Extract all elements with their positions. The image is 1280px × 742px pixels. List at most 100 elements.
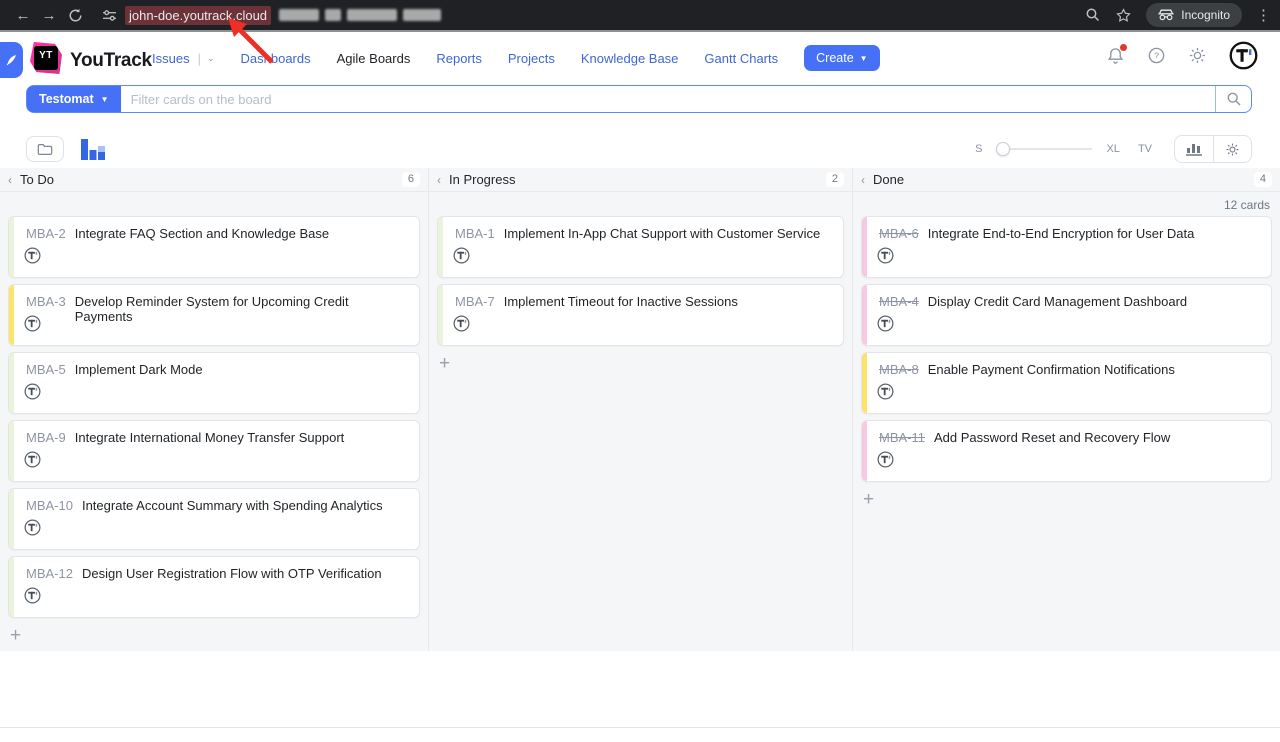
- youtrack-logo-monogram: YT: [34, 46, 58, 70]
- column-in-progress: MBA-1Implement In-App Chat Support with …: [428, 192, 852, 651]
- add-card-button[interactable]: +: [863, 490, 874, 509]
- nav-item-agile-boards[interactable]: Agile Boards: [337, 51, 411, 66]
- card-assignee-avatar[interactable]: [453, 315, 470, 337]
- issue-card-mba-2[interactable]: MBA-2Integrate FAQ Section and Knowledge…: [8, 216, 420, 278]
- card-assignee-avatar[interactable]: [877, 315, 894, 337]
- issue-title: Design User Registration Flow with OTP V…: [82, 566, 382, 581]
- issue-card-mba-10[interactable]: MBA-10Integrate Account Summary with Spe…: [8, 488, 420, 550]
- issue-id[interactable]: MBA-4: [879, 294, 919, 309]
- issue-card-mba-9[interactable]: MBA-9Integrate International Money Trans…: [8, 420, 420, 482]
- help-icon[interactable]: ?: [1147, 46, 1166, 70]
- issue-id[interactable]: MBA-3: [26, 294, 66, 309]
- card-assignee-avatar[interactable]: [24, 451, 41, 473]
- issue-card-mba-12[interactable]: MBA-12 Design User Registration Flow with…: [8, 556, 420, 618]
- nav-item-label: Projects: [508, 51, 555, 66]
- bookmark-star-icon[interactable]: [1115, 7, 1132, 24]
- nav-item-knowledge-base[interactable]: Knowledge Base: [581, 51, 679, 66]
- slider-knob[interactable]: [996, 142, 1010, 156]
- card-assignee-avatar[interactable]: [24, 519, 41, 541]
- issue-card-mba-3[interactable]: MBA-3Develop Reminder System for Upcomin…: [8, 284, 420, 346]
- card-text-row: MBA-6Integrate End-to-End Encryption for…: [862, 217, 1271, 241]
- browser-menu-icon[interactable]: ⋮: [1256, 6, 1270, 24]
- issue-id[interactable]: MBA-8: [879, 362, 919, 377]
- page-bottom-divider: [0, 727, 1280, 728]
- project-avatar-icon: [24, 247, 41, 264]
- card-assignee-avatar[interactable]: [877, 247, 894, 269]
- issue-id[interactable]: MBA-2: [26, 226, 66, 241]
- browser-back-icon[interactable]: ←: [10, 7, 36, 24]
- tv-mode-button[interactable]: TV: [1138, 143, 1152, 155]
- issue-id[interactable]: MBA-7: [455, 294, 495, 309]
- youtrack-logo[interactable]: YT: [30, 42, 62, 74]
- card-assignee-avatar[interactable]: [24, 383, 41, 405]
- collapse-column-icon[interactable]: ‹: [8, 174, 12, 186]
- search-button[interactable]: [1215, 86, 1251, 112]
- card-assignee-avatar[interactable]: [453, 247, 470, 269]
- board-selector-label: Testomat: [39, 92, 94, 106]
- settings-gear-icon[interactable]: [1188, 46, 1207, 70]
- board-settings-button[interactable]: [1213, 136, 1251, 162]
- issue-id[interactable]: MBA-1: [455, 226, 495, 241]
- user-avatar[interactable]: [1229, 41, 1258, 75]
- extension-feather-tab[interactable]: [0, 42, 23, 78]
- card-assignee-avatar[interactable]: [24, 587, 41, 609]
- card-text-row: MBA-12 Design User Registration Flow with…: [9, 557, 419, 581]
- issue-card-mba-4[interactable]: MBA-4Display Credit Card Management Dash…: [861, 284, 1272, 346]
- collapse-column-icon[interactable]: ‹: [437, 174, 441, 186]
- card-assignee-avatar[interactable]: [24, 247, 41, 269]
- add-card-button[interactable]: +: [439, 354, 450, 373]
- issue-card-mba-11[interactable]: MBA-11Add Password Reset and Recovery Fl…: [861, 420, 1272, 482]
- chevron-down-icon[interactable]: ⌄: [207, 53, 215, 64]
- nav-item-dashboards[interactable]: Dashboards: [241, 51, 311, 66]
- issue-id[interactable]: MBA-6: [879, 226, 919, 241]
- create-button-label: Create: [816, 51, 854, 65]
- address-bar[interactable]: john-doe.youtrack.cloud: [102, 6, 1085, 25]
- browser-forward-icon[interactable]: →: [36, 7, 62, 24]
- card-text-row: MBA-10Integrate Account Summary with Spe…: [9, 489, 419, 513]
- create-button[interactable]: Create▼: [804, 45, 879, 71]
- nav-item-label: Issues: [152, 51, 190, 66]
- sprint-folder-button[interactable]: [26, 136, 64, 162]
- issue-title: Implement Dark Mode: [75, 362, 203, 377]
- card-assignee-avatar[interactable]: [877, 383, 894, 405]
- url-text[interactable]: john-doe.youtrack.cloud: [125, 6, 271, 25]
- issue-card-mba-7[interactable]: MBA-7Implement Timeout for Inactive Sess…: [437, 284, 844, 346]
- nav-item-issues[interactable]: Issues | ⌄: [152, 51, 215, 66]
- issue-card-mba-1[interactable]: MBA-1Implement In-App Chat Support with …: [437, 216, 844, 278]
- incognito-icon: [1158, 9, 1174, 21]
- issue-id[interactable]: MBA-12: [26, 566, 73, 581]
- nav-item-projects[interactable]: Projects: [508, 51, 555, 66]
- zoom-icon[interactable]: [1085, 7, 1101, 23]
- gear-icon: [1225, 142, 1240, 157]
- nav-item-gantt-charts[interactable]: Gantt Charts: [704, 51, 778, 66]
- card-assignee-avatar[interactable]: [877, 451, 894, 473]
- url-redacted-segment: [279, 9, 441, 21]
- browser-reload-icon[interactable]: [62, 8, 88, 23]
- column-header-in-progress: ‹In Progress2: [428, 168, 852, 192]
- site-settings-icon[interactable]: [102, 9, 117, 22]
- burndown-chart-button[interactable]: [1175, 136, 1213, 162]
- issue-id[interactable]: MBA-5: [26, 362, 66, 377]
- board-selector-dropdown[interactable]: Testomat ▼: [27, 86, 121, 112]
- issue-card-mba-6[interactable]: MBA-6Integrate End-to-End Encryption for…: [861, 216, 1272, 278]
- swimlanes-chart-toggle[interactable]: [80, 137, 106, 161]
- issue-id[interactable]: MBA-9: [26, 430, 66, 445]
- filter-cards-input[interactable]: [121, 86, 1215, 112]
- nav-divider: |: [198, 51, 201, 66]
- nav-item-reports[interactable]: Reports: [436, 51, 482, 66]
- notifications-bell-icon[interactable]: [1106, 46, 1125, 71]
- issue-card-mba-5[interactable]: MBA-5 Implement Dark Mode: [8, 352, 420, 414]
- card-priority-strip: [862, 421, 867, 481]
- card-size-slider[interactable]: [996, 142, 1092, 156]
- issue-card-mba-8[interactable]: MBA-8Enable Payment Confirmation Notific…: [861, 352, 1272, 414]
- card-assignee-avatar[interactable]: [24, 315, 41, 337]
- slider-track: [996, 148, 1092, 150]
- issue-id[interactable]: MBA-11: [879, 430, 925, 445]
- board-filter-bar: Testomat ▼: [26, 85, 1252, 113]
- add-card-button[interactable]: +: [10, 626, 21, 645]
- product-name[interactable]: YouTrack: [70, 50, 152, 72]
- folder-icon: [37, 143, 53, 156]
- card-priority-strip: [9, 557, 14, 617]
- issue-id[interactable]: MBA-10: [26, 498, 73, 513]
- collapse-column-icon[interactable]: ‹: [861, 174, 865, 186]
